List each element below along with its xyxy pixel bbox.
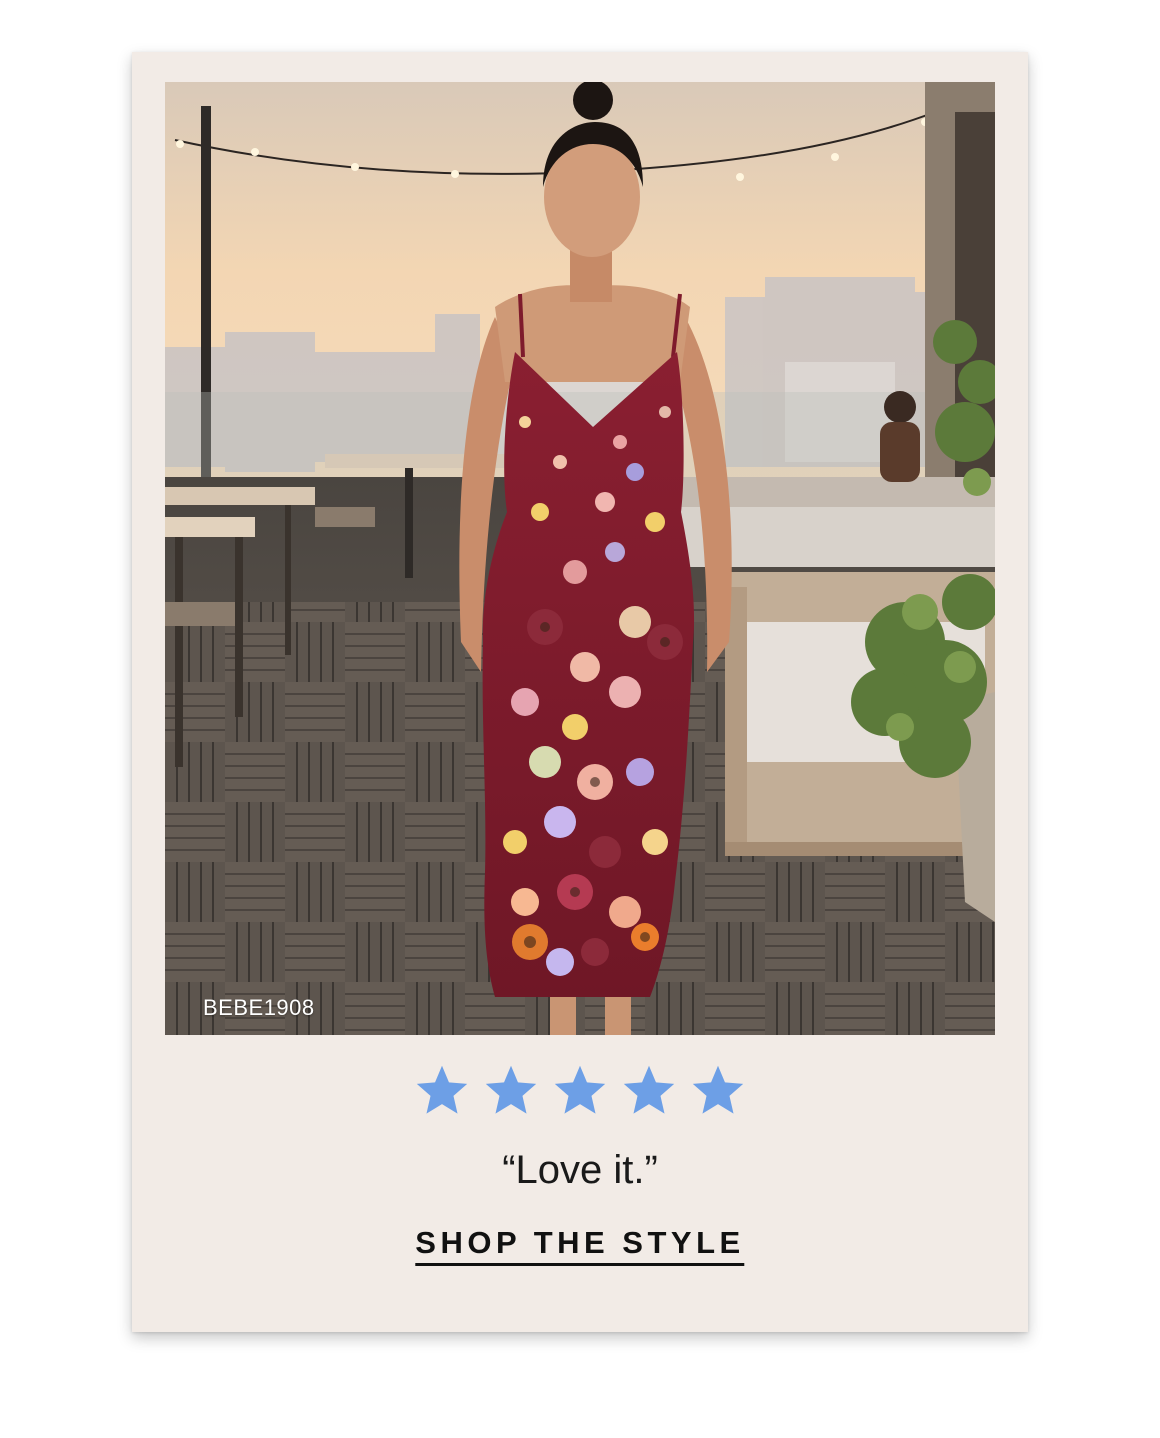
- review-card: BEBE1908 “Love it.” SHOP THE STYLE: [132, 52, 1028, 1332]
- product-sku: BEBE1908: [203, 995, 315, 1020]
- star-rating: [132, 1063, 1028, 1117]
- star-icon: [692, 1065, 744, 1114]
- review-quote: “Love it.”: [502, 1148, 658, 1192]
- star-icon: [554, 1065, 606, 1114]
- shop-the-style-link[interactable]: SHOP THE STYLE: [415, 1225, 745, 1266]
- product-photo[interactable]: BEBE1908: [165, 82, 995, 1035]
- product-photo-illustration: [165, 82, 995, 1035]
- star-icon: [485, 1065, 537, 1114]
- star-icon: [416, 1065, 468, 1114]
- star-icon: [623, 1065, 675, 1114]
